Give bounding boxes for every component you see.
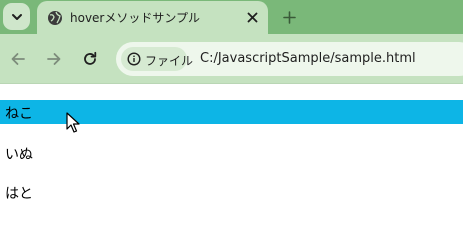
- plus-icon: [282, 10, 296, 24]
- chevron-down-icon: [11, 13, 22, 20]
- tab-close-button[interactable]: [245, 10, 260, 25]
- list-item-label: はと: [5, 186, 33, 202]
- reload-icon: [84, 51, 97, 65]
- reload-button[interactable]: [78, 47, 102, 71]
- url-text[interactable]: C:/JavascriptSample/sample.html: [200, 51, 416, 66]
- globe-icon: [48, 11, 62, 25]
- site-info-chip[interactable]: ファイル: [121, 47, 193, 71]
- back-button[interactable]: [6, 47, 30, 71]
- forward-button[interactable]: [42, 47, 66, 71]
- arrow-right-icon: [47, 53, 61, 65]
- list-item[interactable]: はと: [0, 180, 463, 204]
- info-icon: [127, 52, 141, 66]
- tab-search-button[interactable]: [3, 3, 30, 30]
- toolbar: ファイル C:/JavascriptSample/sample.html: [0, 34, 463, 84]
- list-item-label: いぬ: [5, 147, 33, 163]
- tab-active[interactable]: hoverメソッドサンプル: [37, 1, 268, 34]
- tab-strip: hoverメソッドサンプル: [0, 0, 463, 34]
- page-content: ねこ いぬ はと: [0, 85, 463, 239]
- tab-title: hoverメソッドサンプル: [70, 11, 201, 25]
- list-item-label: ねこ: [5, 106, 33, 122]
- close-icon: [247, 12, 258, 23]
- arrow-left-icon: [11, 53, 25, 65]
- new-tab-button[interactable]: [278, 6, 300, 28]
- address-bar[interactable]: ファイル C:/JavascriptSample/sample.html: [116, 42, 463, 76]
- mouse-pointer-icon: [66, 112, 80, 133]
- site-info-label: ファイル: [145, 54, 194, 68]
- browser-window: hoverメソッドサンプル ファイル C:/JavascriptSample/s…: [0, 0, 463, 239]
- list-item[interactable]: いぬ: [0, 141, 463, 165]
